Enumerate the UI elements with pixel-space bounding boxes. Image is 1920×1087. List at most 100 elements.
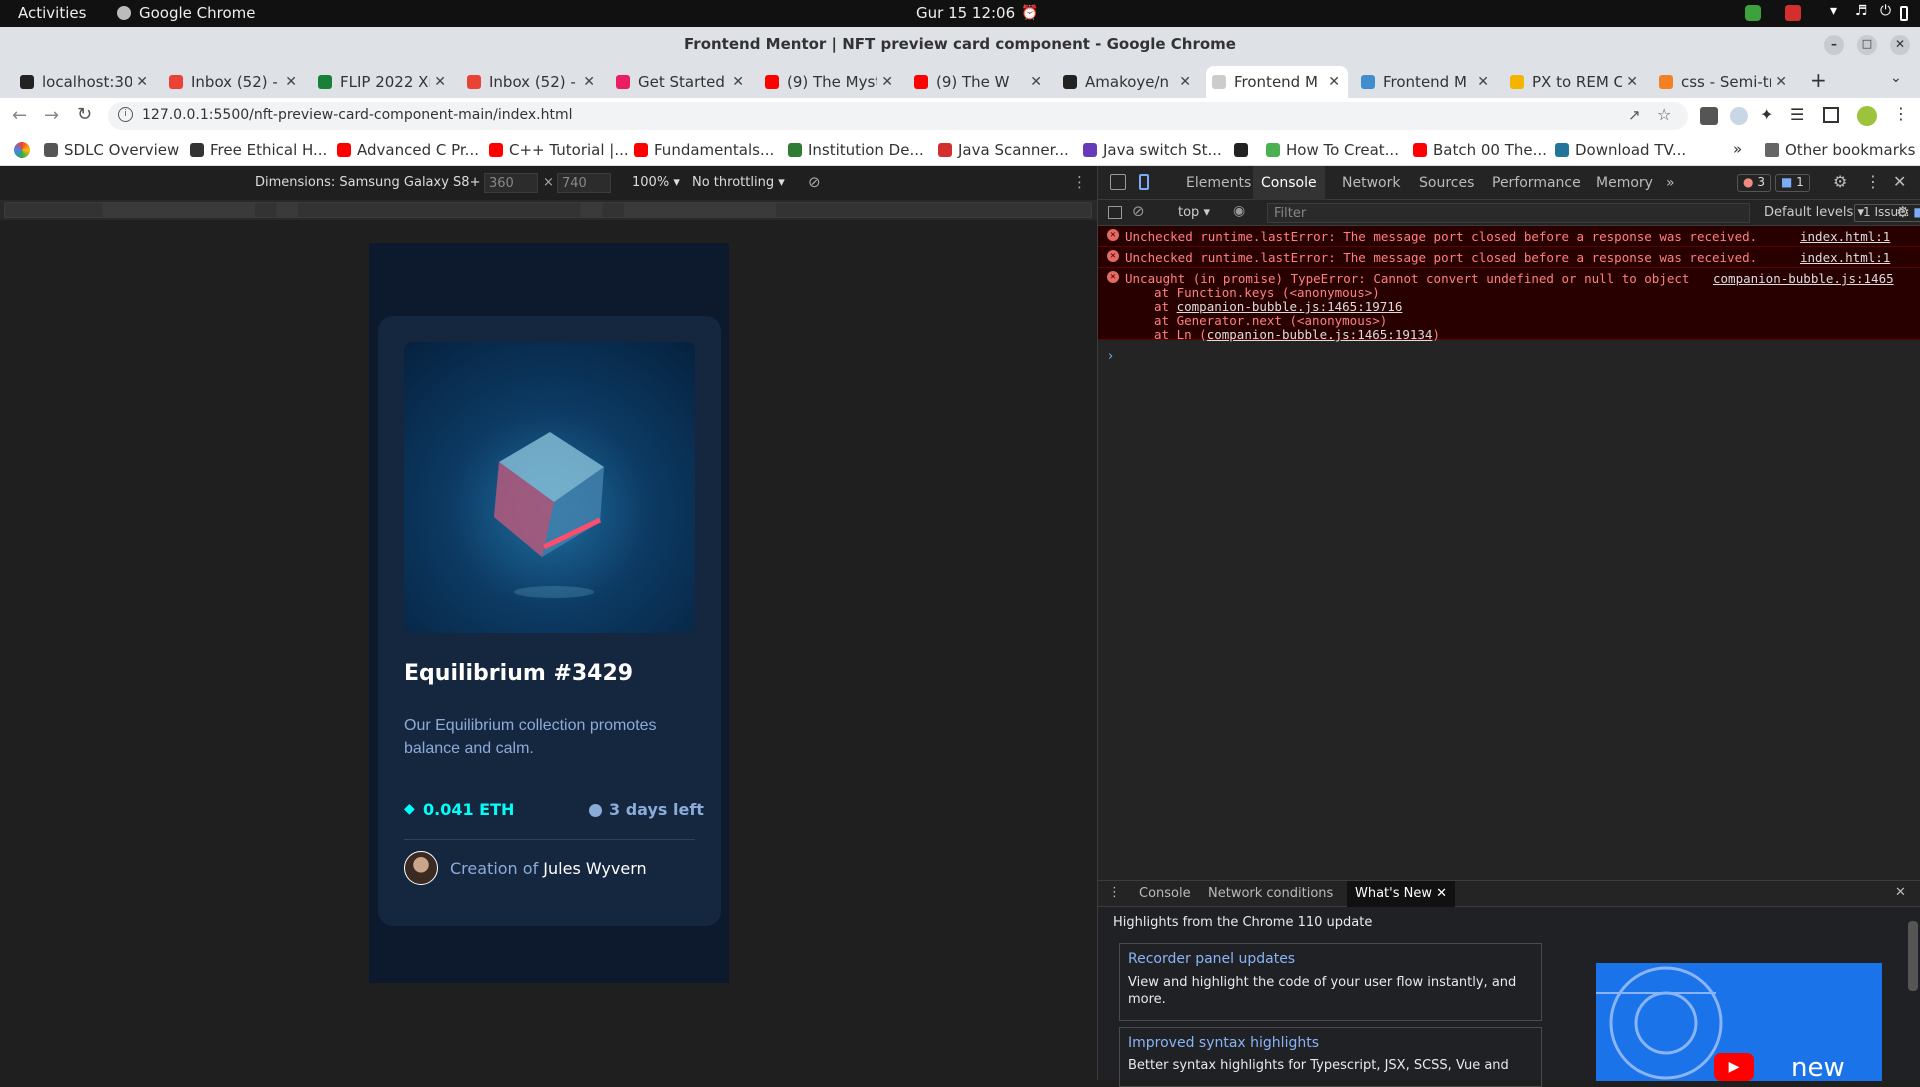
error-source-link[interactable]: companion-bubble.js:1465 xyxy=(1713,271,1894,286)
more-tabs-chevron-icon[interactable]: » xyxy=(1666,166,1675,200)
side-panel-icon[interactable] xyxy=(1823,107,1839,123)
console-input[interactable] xyxy=(1124,346,1914,366)
apps-icon[interactable] xyxy=(14,142,30,158)
chrome-menu-icon[interactable]: ⋮ xyxy=(1893,104,1909,123)
tab-close-icon[interactable]: ✕ xyxy=(136,66,148,98)
issues-button[interactable]: 1 Issue: ■ 1 xyxy=(1854,204,1920,222)
site-info-icon[interactable]: i xyxy=(118,107,133,122)
tab-close-icon[interactable]: ✕ xyxy=(1775,66,1787,98)
more-bookmarks-chevron-icon[interactable]: » xyxy=(1733,140,1742,158)
other-bookmarks-folder[interactable]: Other bookmarks xyxy=(1765,140,1915,160)
drawer-tab-whats-new[interactable]: What's New ✕ xyxy=(1347,881,1456,907)
clock[interactable]: Gur 15 12:06 xyxy=(916,4,1015,22)
device-toolbar-menu-icon[interactable]: ⋮ xyxy=(1072,173,1087,191)
vpn-icon[interactable] xyxy=(1745,5,1761,21)
device-width-input[interactable]: 360 xyxy=(484,173,538,193)
tab-close-icon[interactable]: ✕ xyxy=(732,66,744,98)
console-settings-gear-icon[interactable]: ⚙ xyxy=(1896,203,1909,221)
settings-gear-icon[interactable]: ⚙ xyxy=(1833,172,1847,191)
tab-close-icon[interactable]: ✕ xyxy=(1030,66,1042,98)
devtools-tab-elements[interactable]: Elements xyxy=(1186,166,1251,200)
bookmark-item[interactable]: C++ Tutorial |... xyxy=(489,140,629,160)
tab-close-icon[interactable]: ✕ xyxy=(434,66,446,98)
app-menu[interactable]: Google Chrome xyxy=(139,4,256,22)
stack-link[interactable]: companion-bubble.js:1465:19716 xyxy=(1177,299,1403,314)
console-error-row[interactable]: ✕ Uncaught (in promise) TypeError: Canno… xyxy=(1098,268,1920,342)
console-error-row[interactable]: ✕ Unchecked runtime.lastError: The messa… xyxy=(1098,247,1920,268)
throttling-select[interactable]: No throttling ▾ xyxy=(692,175,785,190)
youtube-play-icon[interactable]: ▶ xyxy=(1714,1053,1754,1081)
tab-2[interactable]: FLIP 2022 Xn ✕ xyxy=(312,66,454,98)
context-select[interactable]: top ▾ xyxy=(1178,205,1210,220)
whats-new-item[interactable]: Improved syntax highlights Better syntax… xyxy=(1119,1027,1542,1087)
devtools-menu-icon[interactable]: ⋮ xyxy=(1865,172,1881,191)
message-count-badge[interactable]: ■ 1 xyxy=(1775,174,1810,192)
drawer-tab-console[interactable]: Console xyxy=(1139,886,1191,901)
nft-image[interactable] xyxy=(404,342,695,633)
maximize-button[interactable]: □ xyxy=(1857,35,1877,55)
tab-9[interactable]: Frontend M ✕ xyxy=(1355,66,1497,98)
bookmark-item[interactable]: Advanced C Pr... xyxy=(337,140,479,160)
console-prompt-chevron-icon[interactable]: › xyxy=(1108,349,1113,364)
tab-close-icon[interactable]: ✕ xyxy=(881,66,893,98)
devtools-tab-memory[interactable]: Memory xyxy=(1596,166,1653,200)
ruler-bar[interactable] xyxy=(4,202,1092,218)
drawer-scrollbar[interactable] xyxy=(1908,921,1918,991)
error-source-link[interactable]: index.html:1 xyxy=(1800,250,1890,265)
error-count-badge[interactable]: ● 3 xyxy=(1737,174,1771,192)
forward-arrow-icon[interactable]: → xyxy=(44,105,59,126)
bookmark-item[interactable]: Java switch St... xyxy=(1083,140,1222,160)
close-devtools-icon[interactable]: ✕ xyxy=(1893,172,1906,191)
item-title-link[interactable]: Improved syntax highlights xyxy=(1128,1035,1319,1051)
devtools-tab-sources[interactable]: Sources xyxy=(1419,166,1474,200)
tab-7[interactable]: Amakoye/n ✕ xyxy=(1057,66,1199,98)
drawer-tab-network-conditions[interactable]: Network conditions xyxy=(1208,886,1333,901)
bookmark-item[interactable]: How To Creat... xyxy=(1266,140,1399,160)
log-levels-select[interactable]: Default levels ▾ xyxy=(1764,205,1864,220)
url-text[interactable]: 127.0.0.1:5500/nft-preview-card-componen… xyxy=(142,107,573,123)
console-error-row[interactable]: ✕ Unchecked runtime.lastError: The messa… xyxy=(1098,226,1920,247)
extension-icon[interactable] xyxy=(1700,107,1718,125)
tab-6[interactable]: (9) The W ✕ xyxy=(908,66,1050,98)
devtools-tab-performance[interactable]: Performance xyxy=(1492,166,1581,200)
device-toggle-icon[interactable] xyxy=(1139,174,1149,190)
console-filter-input[interactable]: Filter xyxy=(1267,203,1750,223)
bookmark-item[interactable]: Download TV... xyxy=(1555,140,1686,160)
close-drawer-icon[interactable]: ✕ xyxy=(1895,885,1906,900)
recording-icon[interactable] xyxy=(1785,5,1801,21)
tab-4[interactable]: Get Started ✕ xyxy=(610,66,752,98)
close-window-button[interactable]: ✕ xyxy=(1890,35,1910,55)
bookmark-item[interactable]: SDLC Overview xyxy=(44,140,179,160)
rotate-icon[interactable]: ⊘ xyxy=(808,173,821,191)
tab-close-icon[interactable]: ✕ xyxy=(583,66,595,98)
bookmark-item[interactable]: Institution De... xyxy=(788,140,924,160)
whats-new-item[interactable]: Recorder panel updates View and highligh… xyxy=(1119,943,1542,1021)
tab-8-active[interactable]: Frontend M ✕ xyxy=(1206,66,1348,98)
drawer-menu-icon[interactable]: ⋮ xyxy=(1108,885,1121,900)
minimize-button[interactable]: – xyxy=(1824,35,1844,55)
extensions-puzzle-icon[interactable]: ✦ xyxy=(1760,105,1773,124)
new-tab-plus-icon[interactable]: + xyxy=(1810,68,1827,92)
power-icon[interactable]: ⏻ xyxy=(1880,3,1891,19)
tab-close-icon[interactable]: ✕ xyxy=(1328,66,1340,98)
sidebar-toggle-icon[interactable] xyxy=(1108,206,1122,219)
extension-icon[interactable] xyxy=(1730,107,1748,125)
bookmark-star-icon[interactable]: ☆ xyxy=(1657,105,1671,124)
reading-list-icon[interactable]: ☰ xyxy=(1790,105,1804,124)
bookmark-item[interactable] xyxy=(1234,140,1254,160)
wifi-icon[interactable]: ▾ xyxy=(1830,3,1837,19)
live-expression-eye-icon[interactable]: ◉ xyxy=(1233,203,1245,219)
tab-close-icon[interactable]: ✕ xyxy=(285,66,297,98)
tab-0[interactable]: localhost:30 ✕ xyxy=(14,66,156,98)
tab-close-icon[interactable]: ✕ xyxy=(1477,66,1489,98)
tab-5[interactable]: (9) The Myst ✕ xyxy=(759,66,901,98)
nft-title[interactable]: Equilibrium #3429 xyxy=(404,661,633,686)
device-dimensions-select[interactable]: Dimensions: Samsung Galaxy S8+ ▾ xyxy=(255,175,491,190)
back-arrow-icon[interactable]: ← xyxy=(12,105,27,126)
clear-console-icon[interactable]: ⊘ xyxy=(1132,202,1145,220)
bookmark-item[interactable]: Java Scanner... xyxy=(938,140,1069,160)
bookmark-item[interactable]: Batch 00 The... xyxy=(1413,140,1547,160)
tab-11[interactable]: css - Semi-tr ✕ xyxy=(1653,66,1795,98)
whats-new-video-thumbnail[interactable]: ▶ new xyxy=(1596,963,1882,1081)
inspect-element-icon[interactable] xyxy=(1110,174,1126,190)
